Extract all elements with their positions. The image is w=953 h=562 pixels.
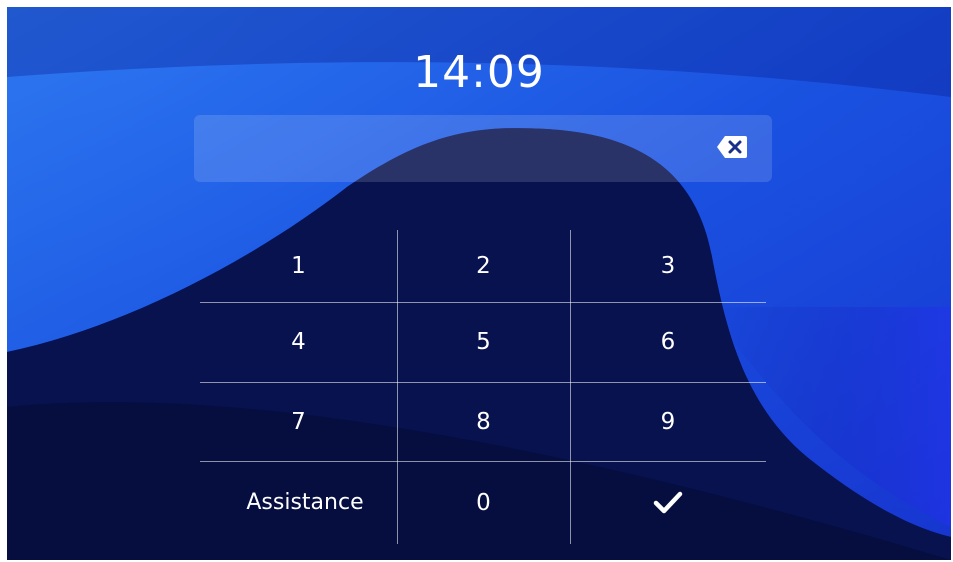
key-3[interactable]: 3 xyxy=(570,230,766,302)
assistance-button[interactable]: Assistance xyxy=(200,461,410,544)
intercom-screen: 14:09 1 2 3 4 5 6 7 8 9 Assistance 0 xyxy=(7,7,951,560)
pin-input-field[interactable] xyxy=(194,115,772,182)
key-2[interactable]: 2 xyxy=(397,230,570,302)
key-4[interactable]: 4 xyxy=(200,302,397,382)
key-8[interactable]: 8 xyxy=(397,382,570,461)
backspace-icon[interactable] xyxy=(716,135,748,159)
key-0[interactable]: 0 xyxy=(397,461,570,544)
checkmark-icon xyxy=(653,491,683,513)
key-6[interactable]: 6 xyxy=(570,302,766,382)
key-5[interactable]: 5 xyxy=(397,302,570,382)
clock-time: 14:09 xyxy=(413,47,545,98)
key-1[interactable]: 1 xyxy=(200,230,397,302)
confirm-button[interactable] xyxy=(570,461,766,544)
key-9[interactable]: 9 xyxy=(570,382,766,461)
keypad: 1 2 3 4 5 6 7 8 9 Assistance 0 xyxy=(200,230,766,544)
key-7[interactable]: 7 xyxy=(200,382,397,461)
